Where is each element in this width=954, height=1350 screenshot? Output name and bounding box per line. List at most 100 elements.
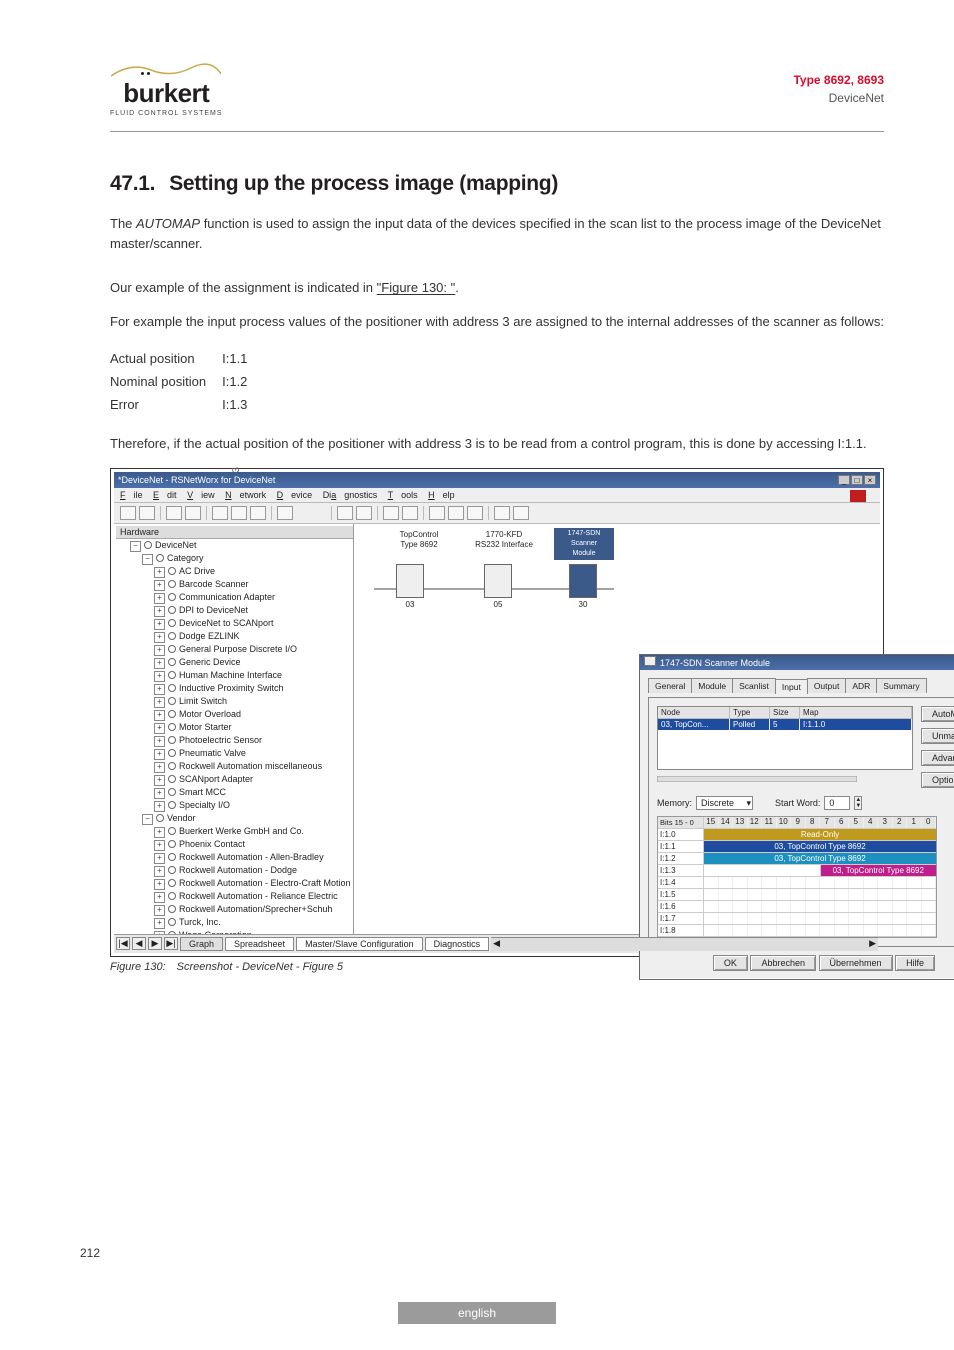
tree-node[interactable]: Turck, Inc. — [130, 916, 353, 929]
menu-file[interactable]: File — [120, 490, 143, 500]
toolbar-button[interactable] — [231, 506, 247, 520]
tab-output[interactable]: Output — [807, 678, 847, 693]
tree-node[interactable]: Human Machine Interface — [130, 669, 353, 682]
advanced-button[interactable]: Advanced... — [921, 750, 954, 766]
menu-diagnostics[interactable]: Diagnostics — [323, 490, 378, 500]
tree-node[interactable]: Wago Corporation — [130, 929, 353, 934]
tab-summary[interactable]: Summary — [876, 678, 926, 693]
tab-scanlist[interactable]: Scanlist — [732, 678, 776, 693]
toolbar-button[interactable] — [250, 506, 266, 520]
tree-node[interactable]: SCANport Adapter — [130, 773, 353, 786]
tree-node[interactable]: Photoelectric Sensor — [130, 734, 353, 747]
device-node[interactable]: 05 — [484, 564, 512, 609]
col-size[interactable]: Size — [770, 707, 800, 718]
nav-first-icon[interactable]: |◀ — [116, 937, 130, 950]
tree-node[interactable]: Generic Device — [130, 656, 353, 669]
nav-prev-icon[interactable]: ◀ — [132, 937, 146, 950]
tab-diagnostics[interactable]: Diagnostics — [425, 937, 490, 951]
memmap-row: I:1.203, TopControl Type 8692 — [658, 853, 936, 865]
help-button[interactable]: Hilfe — [895, 955, 935, 971]
automap-button[interactable]: AutoMap — [921, 706, 954, 722]
menu-view[interactable]: View — [187, 490, 215, 500]
tab-adr[interactable]: ADR — [845, 678, 877, 693]
toolbar-button[interactable] — [166, 506, 182, 520]
list-row[interactable]: 03, TopCon... Polled 5 I:1.1.0 — [658, 719, 912, 730]
tree-node[interactable]: Rockwell Automation - Reliance Electric — [130, 890, 353, 903]
tree-node[interactable]: AC Drive — [130, 565, 353, 578]
maximize-button[interactable]: □ — [851, 475, 863, 485]
tree-node[interactable]: Motor Starter — [130, 721, 353, 734]
tree-node[interactable]: Barcode Scanner — [130, 578, 353, 591]
tree-node[interactable]: DPI to DeviceNet — [130, 604, 353, 617]
toolbar-button[interactable] — [212, 506, 228, 520]
tree-node[interactable]: Rockwell Automation - Dodge — [130, 864, 353, 877]
nav-next-icon[interactable]: ▶ — [148, 937, 162, 950]
close-button[interactable]: × — [864, 475, 876, 485]
tab-master-slave[interactable]: Master/Slave Configuration — [296, 937, 423, 951]
tree-node[interactable]: Phoenix Contact — [130, 838, 353, 851]
col-node[interactable]: Node — [658, 707, 730, 718]
tree-node[interactable]: Rockwell Automation/Sprecher+Schuh — [130, 903, 353, 916]
ok-button[interactable]: OK — [713, 955, 748, 971]
toolbar-button[interactable] — [429, 506, 445, 520]
figure-link[interactable]: "Figure 130: " — [377, 280, 456, 295]
tree-node[interactable]: Rockwell Automation - Electro-Craft Moti… — [130, 877, 353, 890]
toolbar-button[interactable] — [513, 506, 529, 520]
menu-tools[interactable]: Tools — [388, 490, 418, 500]
tab-spreadsheet[interactable]: Spreadsheet — [225, 937, 294, 951]
memory-select[interactable]: Discrete▾ — [696, 796, 753, 810]
minimize-button[interactable]: _ — [838, 475, 850, 485]
menu-network[interactable]: Network — [225, 490, 266, 500]
tab-module[interactable]: Module — [691, 678, 733, 693]
tab-input[interactable]: Input — [775, 679, 808, 694]
tree-node[interactable]: Inductive Proximity Switch — [130, 682, 353, 695]
toolbar-button[interactable] — [185, 506, 201, 520]
device-node[interactable]: 03 — [396, 564, 424, 609]
toolbar-button[interactable] — [467, 506, 483, 520]
tree-node[interactable]: Buerkert Werke GmbH and Co. — [130, 825, 353, 838]
toolbar-button[interactable] — [356, 506, 372, 520]
cancel-button[interactable]: Abbrechen — [750, 955, 816, 971]
toolbar-button[interactable] — [494, 506, 510, 520]
col-type[interactable]: Type — [730, 707, 770, 718]
tree-node[interactable]: Pneumatic Valve — [130, 747, 353, 760]
tab-graph[interactable]: Graph — [180, 937, 223, 951]
toolbar-button[interactable] — [337, 506, 353, 520]
tree-node[interactable]: Smart MCC — [130, 786, 353, 799]
nav-last-icon[interactable]: ▶| — [164, 937, 178, 950]
menu-help[interactable]: Help — [428, 490, 455, 500]
tree-node[interactable]: DeviceNet to SCANport — [130, 617, 353, 630]
unmap-button[interactable]: Unmap — [921, 728, 954, 744]
toolbar-button[interactable] — [402, 506, 418, 520]
node-listview[interactable]: Node Type Size Map 03, TopCon... P — [657, 706, 913, 770]
toolbar-button[interactable] — [383, 506, 399, 520]
tree-node[interactable]: Vendor — [130, 812, 353, 825]
toolbar-button[interactable] — [120, 506, 136, 520]
network-canvas[interactable]: TopControlType 8692 1770-KFDRS232 Interf… — [354, 524, 880, 934]
hardware-tree[interactable]: Hardware DeviceNetCategoryAC DriveBarcod… — [114, 524, 354, 934]
tree-node[interactable]: Specialty I/O — [130, 799, 353, 812]
hscroll-icon[interactable] — [657, 776, 857, 782]
tree-node[interactable]: Communication Adapter — [130, 591, 353, 604]
spinner-icon[interactable]: ▲▼ — [854, 796, 862, 810]
tree-node[interactable]: Category — [130, 552, 353, 565]
startword-input[interactable]: 0 — [824, 796, 850, 810]
options-button[interactable]: Options... — [921, 772, 954, 788]
tree-node[interactable]: Motor Overload — [130, 708, 353, 721]
menu-device[interactable]: Device — [277, 490, 313, 500]
toolbar-button[interactable] — [139, 506, 155, 520]
device-node[interactable]: 30 — [569, 564, 597, 609]
tree-node[interactable]: General Purpose Discrete I/O — [130, 643, 353, 656]
tree-node[interactable]: Limit Switch — [130, 695, 353, 708]
toolbar-button[interactable] — [448, 506, 464, 520]
apply-button[interactable]: Übernehmen — [819, 955, 893, 971]
tree-node[interactable]: Rockwell Automation miscellaneous — [130, 760, 353, 773]
col-map[interactable]: Map — [800, 707, 912, 718]
tree-node[interactable]: Rockwell Automation - Allen-Bradley — [130, 851, 353, 864]
tab-general[interactable]: General — [648, 678, 692, 693]
tree-node[interactable]: Dodge EZLINK — [130, 630, 353, 643]
tree-node[interactable]: DeviceNet — [130, 539, 353, 552]
menu-edit[interactable]: Edit — [153, 490, 177, 500]
toolbar-button[interactable] — [277, 506, 293, 520]
device-address: 05 — [484, 600, 512, 609]
